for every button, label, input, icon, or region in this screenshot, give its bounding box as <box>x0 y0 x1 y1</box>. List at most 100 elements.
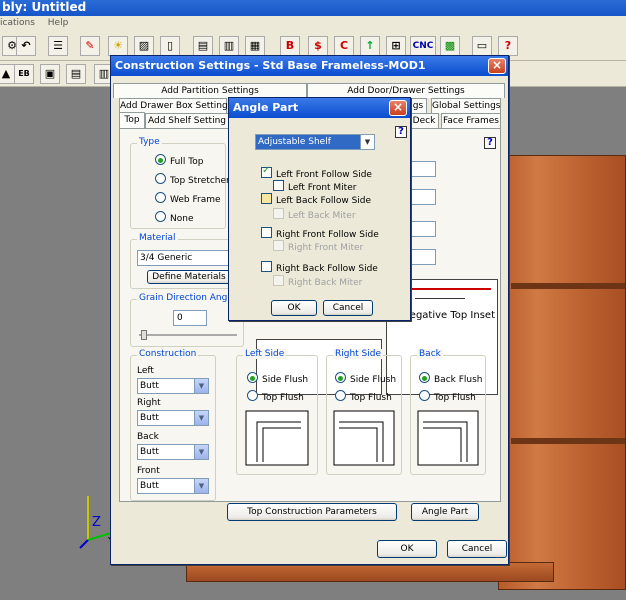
angle-close-button[interactable]: × <box>389 100 407 116</box>
left-front-follow-side-checkbox[interactable]: Left Front Follow Side <box>261 165 372 180</box>
menu-bar: ications Help <box>0 16 626 31</box>
chevron-down-icon[interactable]: ▼ <box>194 479 208 493</box>
chevron-down-icon[interactable]: ▼ <box>194 379 208 393</box>
optimize-icon[interactable]: ⊞ <box>386 36 406 56</box>
tab-top[interactable]: Top <box>119 112 145 128</box>
construction-right-select[interactable]: Butt ▼ <box>137 410 209 426</box>
material-value: 3/4 Generic <box>140 253 193 263</box>
top-construction-parameters-button[interactable]: Top Construction Parameters <box>227 503 397 521</box>
radio-full-top[interactable]: Full Top <box>155 154 203 167</box>
construction-group-label: Construction <box>137 349 199 359</box>
right-back-follow-side-checkbox[interactable]: Right Back Follow Side <box>261 261 378 274</box>
cabinet-base <box>186 562 554 582</box>
tool-eb-icon[interactable]: EB <box>14 64 34 84</box>
cabinet2-icon[interactable]: ▥ <box>219 36 239 56</box>
render-icon[interactable]: ▭ <box>472 36 492 56</box>
settings-icon[interactable]: ☰ <box>48 36 68 56</box>
construction-dialog-title: Construction Settings - Std Base Framele… <box>115 59 426 72</box>
left-back-miter-checkbox: Left Back Miter <box>273 208 356 221</box>
right-top-flush-radio[interactable]: Top Flush <box>335 390 392 403</box>
tab-add-door-drawer[interactable]: Add Door/Drawer Settings <box>307 83 505 98</box>
chevron-down-icon[interactable]: ▼ <box>194 411 208 425</box>
layout-icon[interactable]: ▩ <box>440 36 460 56</box>
right-side-flush-radio[interactable]: Side Flush <box>335 372 396 385</box>
back-flush-radio[interactable]: Back Flush <box>419 372 483 385</box>
construction-front-label: Front <box>137 466 160 476</box>
type-group-label: Type <box>137 137 162 147</box>
left-side-flush-radio[interactable]: Side Flush <box>247 372 308 385</box>
left-side-group: Left Side Side Flush Top Flush <box>236 349 318 475</box>
angle-dialog-title: Angle Part <box>233 101 299 114</box>
inset-dim-line <box>415 298 465 299</box>
panel-help-icon[interactable]: ? <box>484 137 496 149</box>
construction-group: Construction Left Butt ▼ Right Butt ▼ Back… <box>130 349 216 501</box>
define-materials-button[interactable]: Define Materials <box>147 270 231 284</box>
construction-back-select[interactable]: Butt ▼ <box>137 444 209 460</box>
grid-icon[interactable]: ▦ <box>245 36 265 56</box>
grain-angle-slider-track <box>139 334 237 336</box>
cnc-button[interactable]: CNC <box>410 36 436 56</box>
menu-item-applications[interactable]: ications <box>0 18 35 28</box>
grain-angle-input[interactable]: 0 <box>173 310 207 326</box>
right-side-diagram <box>333 410 395 466</box>
menu-item-help[interactable]: Help <box>48 18 69 28</box>
door-icon[interactable]: ▯ <box>160 36 180 56</box>
cabinet-model <box>498 155 626 590</box>
tab-add-shelf[interactable]: Add Shelf Setting <box>145 113 229 128</box>
tab-add-partition[interactable]: Add Partition Settings <box>113 83 307 98</box>
inset-line <box>411 288 491 290</box>
grain-angle-slider-thumb[interactable] <box>141 330 147 340</box>
tab-global-settings[interactable]: Global Settings <box>431 98 501 113</box>
chevron-down-icon[interactable]: ▼ <box>360 135 374 149</box>
tab-settings-partial[interactable]: gs <box>409 98 427 113</box>
angle-part-button[interactable]: Angle Part <box>411 503 479 521</box>
construction-ok-button[interactable]: OK <box>377 540 437 558</box>
angle-ok-button[interactable]: OK <box>271 300 317 316</box>
left-front-miter-checkbox[interactable]: Left Front Miter <box>273 180 356 193</box>
radio-web-frame[interactable]: Web Frame <box>155 192 221 205</box>
radio-top-stretcher[interactable]: Top Stretcher <box>155 173 230 186</box>
construction-back-value: Butt <box>140 447 159 457</box>
right-front-follow-side-checkbox[interactable]: Right Front Follow Side <box>261 227 379 240</box>
right-side-label: Right Side <box>333 349 384 359</box>
tab-add-drawer-box[interactable]: Add Drawer Box Settings <box>119 98 232 113</box>
help-icon[interactable]: ? <box>498 36 518 56</box>
left-top-flush-radio[interactable]: Top Flush <box>247 390 304 403</box>
construction-front-value: Butt <box>140 481 159 491</box>
right-front-miter-checkbox: Right Front Miter <box>273 240 363 253</box>
price-icon[interactable]: $ <box>308 36 328 56</box>
undo-icon[interactable]: ↶ <box>16 36 36 56</box>
angle-help-icon[interactable]: ? <box>395 126 407 138</box>
report-icon[interactable]: B <box>280 36 300 56</box>
back-diagram <box>417 410 479 466</box>
construction-back-label: Back <box>137 432 159 442</box>
angle-cancel-button[interactable]: Cancel <box>323 300 373 316</box>
construction-cancel-button[interactable]: Cancel <box>447 540 507 558</box>
export-icon[interactable]: ↑ <box>360 36 380 56</box>
cabinet-shelf <box>511 438 625 444</box>
cutlist-icon[interactable]: C <box>334 36 354 56</box>
cabinet-icon[interactable]: ▤ <box>193 36 213 56</box>
construction-close-button[interactable]: × <box>488 58 506 74</box>
paint-icon[interactable]: ✎ <box>80 36 100 56</box>
back-group: Back Back Flush Top Flush <box>410 349 486 475</box>
angle-part-select[interactable]: Adjustable Shelf ▼ <box>255 134 375 150</box>
draw-icon[interactable]: ▨ <box>134 36 154 56</box>
light-icon[interactable]: ☀ <box>108 36 128 56</box>
material-select[interactable]: 3/4 Generic <box>137 250 229 266</box>
construction-left-select[interactable]: Butt ▼ <box>137 378 209 394</box>
angle-part-select-value: Adjustable Shelf <box>258 137 331 147</box>
back-top-flush-radio[interactable]: Top Flush <box>419 390 476 403</box>
angle-part-dialog: Angle Part × ? Adjustable Shelf ▼ Left F… <box>228 97 411 321</box>
tab-deck[interactable]: Deck <box>409 113 439 128</box>
material-group: Material 3/4 Generic Define Materials <box>130 233 236 289</box>
radio-none[interactable]: None <box>155 211 193 224</box>
left-back-follow-side-checkbox[interactable]: Left Back Follow Side <box>261 193 371 206</box>
back-group-label: Back <box>417 349 443 359</box>
chevron-down-icon[interactable]: ▼ <box>194 445 208 459</box>
tab-face-frames[interactable]: Face Frames <box>441 113 501 128</box>
construction-right-label: Right <box>137 398 161 408</box>
tool-d-icon[interactable]: ▤ <box>66 64 86 84</box>
construction-front-select[interactable]: Butt ▼ <box>137 478 209 494</box>
tool-c-icon[interactable]: ▣ <box>40 64 60 84</box>
